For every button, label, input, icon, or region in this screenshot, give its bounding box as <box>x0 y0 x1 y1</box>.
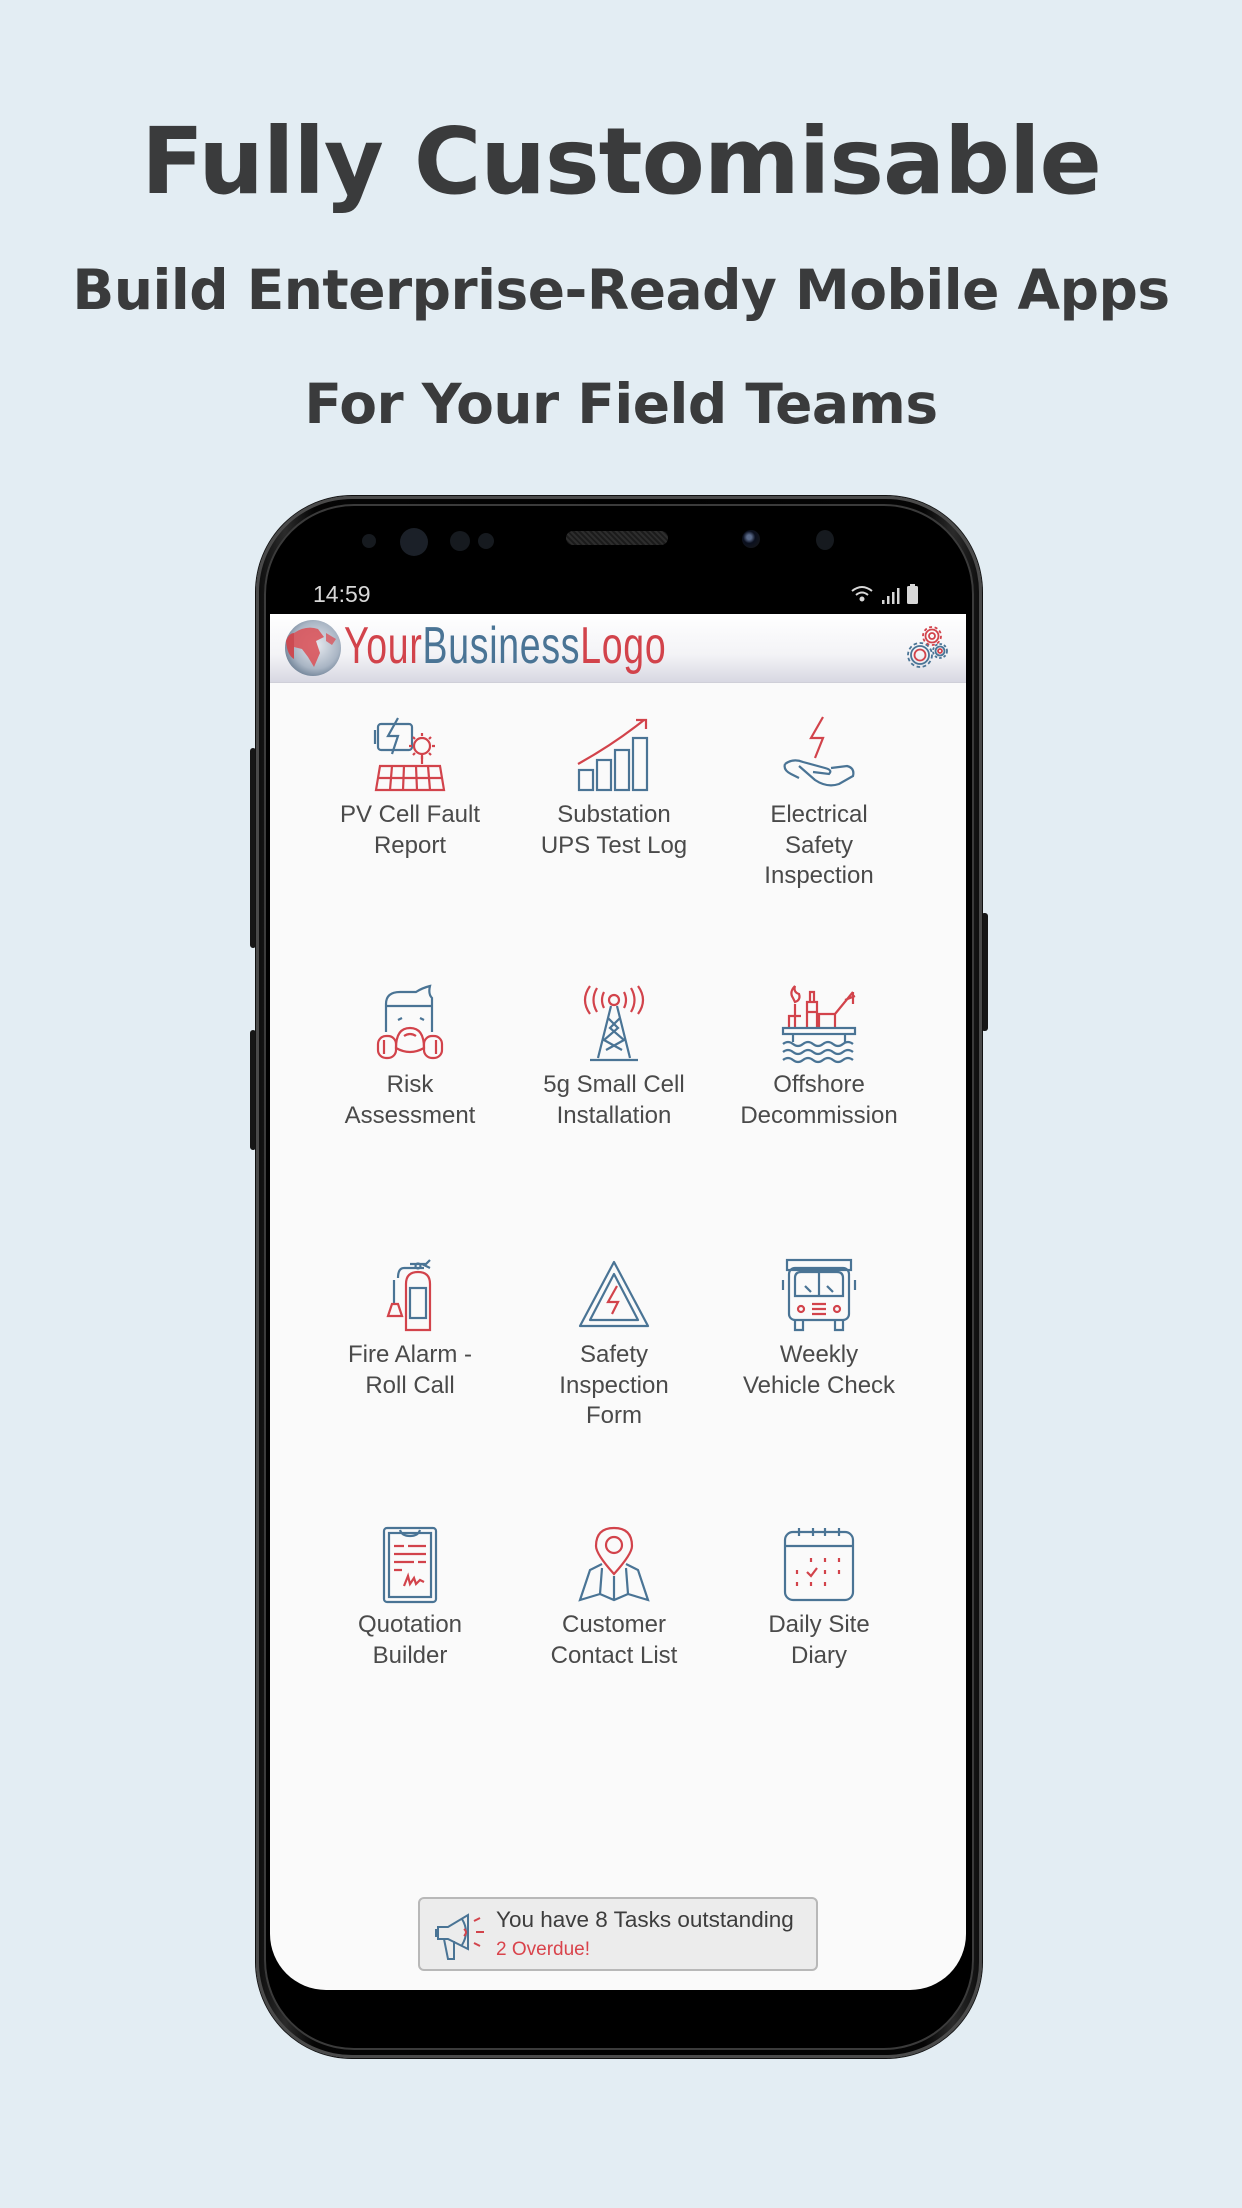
tile-label: 5g Small Cell Installation <box>543 1071 685 1129</box>
cell-tower-icon <box>583 985 645 1062</box>
tile-pv-cell-fault-report[interactable]: PV Cell Fault Report <box>310 714 510 861</box>
warning-triangle-icon <box>578 1260 650 1328</box>
tile-label: Electrical Safety Inspection <box>764 801 874 889</box>
front-sensor <box>816 530 834 550</box>
tile-weekly-vehicle-check[interactable]: Weekly Vehicle Check <box>719 1254 919 1401</box>
status-time: 14:59 <box>313 581 371 607</box>
map-pin-icon <box>578 1526 650 1602</box>
truck-icon <box>781 1258 857 1332</box>
solar-panel-icon <box>373 717 446 792</box>
tile-offshore-decommission[interactable]: Offshore Decommission <box>719 984 919 1131</box>
app-screen: YourBusinessLogo PV Cell Fault Report Su… <box>270 614 966 1990</box>
tile-label: Substation UPS Test Log <box>540 801 688 859</box>
settings-button[interactable] <box>902 624 954 672</box>
proximity-sensor <box>362 534 376 548</box>
signal-icon <box>882 588 900 604</box>
task-overdue-count: 2 Overdue! <box>496 1939 590 1960</box>
tile-label: Risk Assessment <box>344 1071 476 1129</box>
oil-rig-icon <box>781 985 857 1064</box>
tile-label: Safety Inspection Form <box>559 1341 669 1429</box>
logo-word-your: Your <box>344 617 423 675</box>
megaphone-icon <box>435 1913 484 1960</box>
tile-substation-ups-test-log[interactable]: Substation UPS Test Log <box>514 714 714 861</box>
tile-5g-small-cell-installation[interactable]: 5g Small Cell Installation <box>514 984 714 1131</box>
iris-led <box>450 531 470 551</box>
tile-label: Offshore Decommission <box>740 1071 898 1129</box>
phone-power-button <box>981 913 988 1031</box>
tile-risk-assessment[interactable]: Risk Assessment <box>310 984 510 1131</box>
battery-icon <box>907 584 918 604</box>
status-icons <box>851 584 918 604</box>
marketing-title: Fully Customisable <box>141 108 1102 215</box>
light-sensor <box>478 533 494 549</box>
tile-quotation-builder[interactable]: Quotation Builder <box>310 1524 510 1671</box>
business-logo-text: YourBusinessLogo <box>344 616 666 676</box>
tile-fire-alarm-roll-call[interactable]: Fire Alarm - Roll Call <box>310 1254 510 1401</box>
marketing-subtitle-line2: For Your Field Teams <box>304 372 938 436</box>
tile-electrical-safety-inspection[interactable]: Electrical Safety Inspection <box>719 714 919 892</box>
front-camera <box>742 530 760 548</box>
tile-customer-contact-list[interactable]: Customer Contact List <box>514 1524 714 1671</box>
globe-logo-icon <box>285 620 341 676</box>
hand-lightning-icon <box>783 716 855 787</box>
tile-label: PV Cell Fault Report <box>339 801 481 859</box>
gears-icon <box>907 626 948 668</box>
tile-daily-site-diary[interactable]: Daily Site Diary <box>719 1524 919 1671</box>
calendar-icon <box>783 1528 855 1602</box>
iris-sensor <box>400 528 428 556</box>
tile-label: Quotation Builder <box>357 1611 463 1669</box>
task-banner[interactable]: You have 8 Tasks outstanding 2 Overdue! <box>418 1897 818 1971</box>
earpiece-speaker <box>566 531 668 545</box>
marketing-subtitle-line1: Build Enterprise-Ready Mobile Apps <box>72 258 1170 322</box>
wifi-icon <box>851 586 873 602</box>
tile-label: Daily Site Diary <box>768 1611 870 1669</box>
fire-extinguisher-icon <box>386 1259 432 1332</box>
tile-label: Weekly Vehicle Check <box>742 1341 896 1399</box>
tile-safety-inspection-form[interactable]: Safety Inspection Form <box>514 1254 714 1432</box>
tile-label: Fire Alarm - Roll Call <box>347 1341 472 1399</box>
clipboard-icon <box>382 1526 438 1604</box>
gas-mask-icon <box>376 984 444 1060</box>
bar-chart-growth-icon <box>577 718 649 792</box>
app-header: YourBusinessLogo <box>270 614 966 682</box>
logo-word-business: Business <box>422 617 581 675</box>
tile-label: Customer Contact List <box>550 1611 678 1669</box>
logo-word-logo: Logo <box>580 617 667 675</box>
task-message: You have 8 Tasks outstanding <box>496 1907 794 1932</box>
